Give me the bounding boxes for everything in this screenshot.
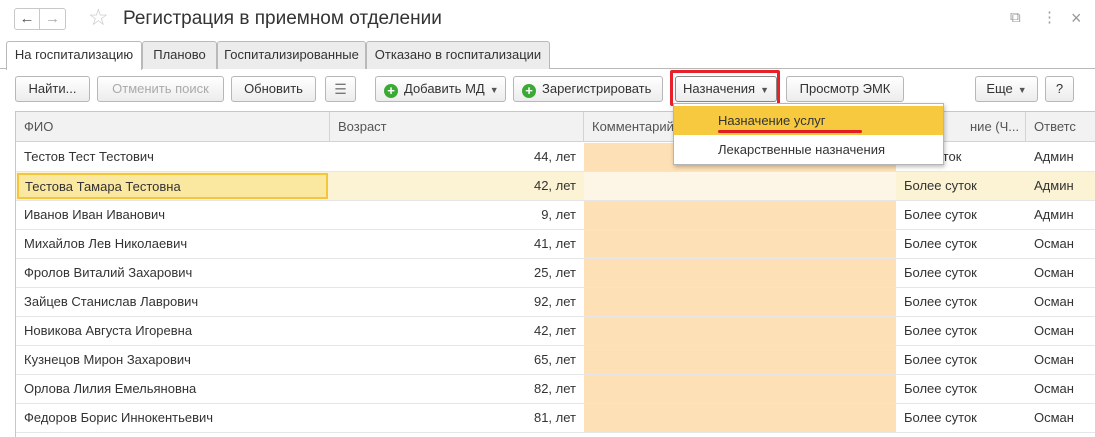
cell-duration[interactable]: Более суток [896, 230, 1026, 258]
cell-responsible[interactable]: Осман [1026, 346, 1095, 374]
tab-hospitalization[interactable]: На госпитализацию [6, 41, 142, 70]
cell-comment[interactable] [584, 201, 896, 229]
chevron-down-icon: ▼ [1017, 85, 1027, 95]
cell-comment[interactable] [584, 230, 896, 258]
cell-responsible[interactable]: Осман [1026, 259, 1095, 287]
table-row[interactable]: Орлова Лилия Емельяновна 82, лет Более сут… [16, 375, 1095, 404]
cell-fio[interactable]: Фролов Виталий Захарович [16, 259, 329, 287]
table-row[interactable]: Фролов Виталий Захарович 25, лет Более сут… [16, 259, 1095, 288]
cell-age[interactable]: 42, лет [330, 317, 584, 345]
cell-age[interactable]: 44, лет [330, 143, 584, 171]
cell-fio[interactable]: Тестова Тамара Тестовна [17, 173, 328, 199]
cell-responsible[interactable]: Осман [1026, 375, 1095, 403]
cell-responsible[interactable]: Осман [1026, 288, 1095, 316]
cell-responsible[interactable]: Админ [1026, 143, 1095, 171]
plus-circle-icon: + [522, 84, 536, 98]
tab-refused[interactable]: Отказано в госпитализации [366, 41, 550, 69]
cell-age[interactable]: 81, лет [330, 404, 584, 432]
cell-age[interactable]: 9, лет [330, 201, 584, 229]
cell-comment[interactable] [584, 404, 896, 432]
cell-comment[interactable] [584, 259, 896, 287]
table-row[interactable]: Михайлов Лев Николаевич 41, лет Более суто… [16, 230, 1095, 259]
view-emk-button[interactable]: Просмотр ЭМК [786, 76, 904, 102]
find-button[interactable]: Найти... [15, 76, 90, 102]
help-button[interactable]: ? [1045, 76, 1074, 102]
table-row[interactable]: Федоров Борис Иннокентьевич 81, лет Более … [16, 404, 1095, 433]
register-label: Зарегистрировать [542, 81, 652, 96]
cell-fio[interactable]: Кузнецов Мирон Захарович [16, 346, 329, 374]
cell-duration[interactable]: Более суток [896, 172, 1026, 200]
cell-duration[interactable]: Более суток [896, 375, 1026, 403]
cell-responsible[interactable]: Осман [1026, 230, 1095, 258]
table-row[interactable]: Иванов Иван Иванович 9, лет Более суток Адм… [16, 201, 1095, 230]
page-title: Регистрация в приемном отделении [123, 8, 442, 29]
close-icon[interactable]: × [1071, 8, 1082, 28]
menu-item-service-assignment[interactable]: Назначение услуг [674, 106, 943, 135]
report-list-icon[interactable]: ☰ [325, 76, 356, 102]
cell-fio[interactable]: Орлова Лилия Емельяновна [16, 375, 329, 403]
table-row[interactable]: Новикова Августа Игоревна 42, лет Более су… [16, 317, 1095, 346]
cell-responsible[interactable]: Админ [1026, 172, 1095, 200]
cell-age[interactable]: 92, лет [330, 288, 584, 316]
assignments-menu: Назначение услуг Лекарственные назначени… [673, 103, 944, 165]
back-arrow-icon[interactable]: ← [14, 8, 40, 30]
cell-fio[interactable]: Иванов Иван Иванович [16, 201, 329, 229]
favorite-star-icon[interactable]: ☆ [88, 3, 109, 31]
cell-age[interactable]: 65, лет [330, 346, 584, 374]
refresh-button[interactable]: Обновить [231, 76, 316, 102]
menu-item-label: Назначение услуг [718, 113, 826, 128]
cell-comment[interactable] [584, 288, 896, 316]
cell-fio[interactable]: Новикова Августа Игоревна [16, 317, 329, 345]
table-row[interactable]: Тестова Тамара Тестовна 42, лет Более суто… [16, 172, 1095, 201]
cell-age[interactable]: 25, лет [330, 259, 584, 287]
title-bar: ← → ☆ Регистрация в приемном отделении ⧉… [0, 0, 1095, 38]
cell-age[interactable]: 41, лет [330, 230, 584, 258]
link-icon[interactable]: ⧉ [1010, 8, 1021, 28]
cell-comment[interactable] [584, 346, 896, 374]
column-responsible[interactable]: Ответс [1026, 112, 1095, 142]
table-row[interactable]: Кузнецов Мирон Захарович 65, лет Более сут… [16, 346, 1095, 375]
register-button[interactable]: + Зарегистрировать [513, 76, 663, 102]
highlight-frame [670, 70, 780, 106]
table-row[interactable]: Зайцев Станислав Лаврович 92, лет Более су… [16, 288, 1095, 317]
cell-duration[interactable]: Более суток [896, 404, 1026, 432]
menu-item-drug-assignments[interactable]: Лекарственные назначения [674, 135, 943, 164]
cancel-search-button[interactable]: Отменить поиск [97, 76, 224, 102]
cell-age[interactable]: 42, лет [330, 172, 584, 200]
add-md-label: Добавить МД [404, 81, 485, 96]
column-age[interactable]: Возраст [330, 112, 584, 142]
cell-fio[interactable]: Зайцев Станислав Лаврович [16, 288, 329, 316]
chevron-down-icon: ▼ [489, 85, 499, 95]
cell-responsible[interactable]: Админ [1026, 201, 1095, 229]
cell-duration[interactable]: Более суток [896, 201, 1026, 229]
cell-age[interactable]: 82, лет [330, 375, 584, 403]
cell-fio[interactable]: Михайлов Лев Николаевич [16, 230, 329, 258]
red-underline [718, 130, 862, 133]
cell-comment[interactable] [584, 317, 896, 345]
tab-hospitalized[interactable]: Госпитализированные [217, 41, 366, 69]
more-label: Еще [986, 81, 1013, 96]
column-fio[interactable]: ФИО [16, 112, 330, 142]
column-duration-label: ние (Ч... [970, 119, 1020, 134]
cell-duration[interactable]: Более суток [896, 346, 1026, 374]
tab-planned[interactable]: Планово [142, 41, 217, 69]
cell-responsible[interactable]: Осман [1026, 404, 1095, 432]
forward-arrow-icon[interactable]: → [40, 8, 66, 30]
cell-duration[interactable]: Более суток [896, 288, 1026, 316]
plus-circle-icon: + [384, 84, 398, 98]
cell-responsible[interactable]: Осман [1026, 317, 1095, 345]
cell-fio[interactable]: Тестов Тест Тестович [16, 143, 329, 171]
cell-comment[interactable] [584, 172, 896, 200]
more-button[interactable]: Еще ▼ [975, 76, 1038, 102]
add-md-button[interactable]: + Добавить МД ▼ [375, 76, 506, 102]
cell-fio[interactable]: Федоров Борис Иннокентьевич [16, 404, 329, 432]
cell-duration[interactable]: Более суток [896, 259, 1026, 287]
more-vertical-icon[interactable]: ⋮ [1042, 8, 1057, 28]
cell-comment[interactable] [584, 375, 896, 403]
cell-duration[interactable]: Более суток [896, 317, 1026, 345]
